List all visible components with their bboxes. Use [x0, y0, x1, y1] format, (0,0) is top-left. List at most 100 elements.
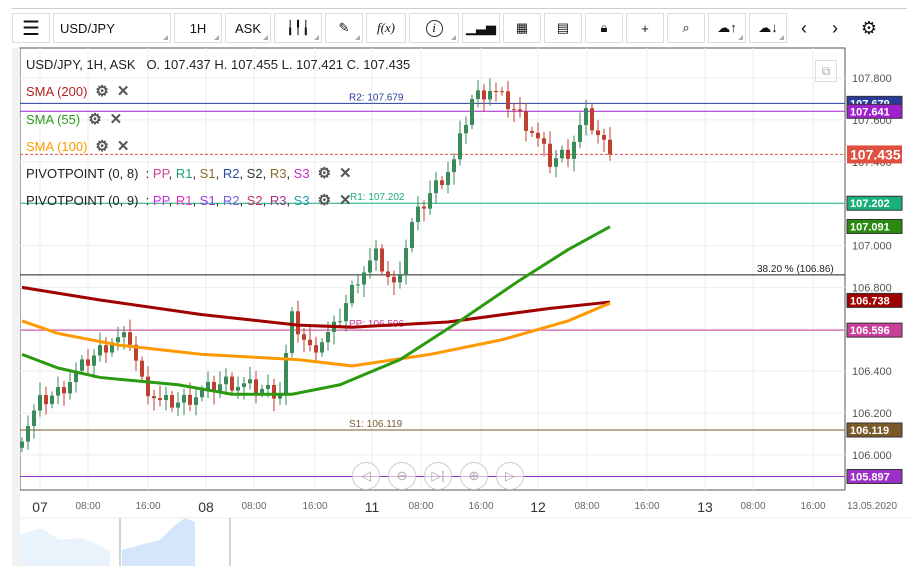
- candle-body: [512, 109, 516, 111]
- time-tick: 08:00: [574, 501, 600, 512]
- cloud-download-icon: ☁↓: [758, 20, 778, 35]
- pivot-part: R3: [269, 193, 287, 208]
- ohlc-values: O. 107.437 H. 107.455 L. 107.421 C. 107.…: [146, 57, 411, 72]
- pivot-part: S3: [293, 193, 310, 208]
- price-tick: 106.800: [852, 282, 892, 294]
- candle-body: [248, 379, 252, 384]
- candle-body: [140, 360, 144, 377]
- interval-select[interactable]: 1H: [174, 13, 222, 43]
- scroll-right-button[interactable]: ›: [821, 13, 849, 43]
- candle-body: [386, 271, 390, 277]
- candle-body: [326, 332, 330, 343]
- close-icon[interactable]: ✕: [339, 164, 352, 182]
- close-icon[interactable]: ✕: [110, 110, 123, 128]
- draw-button[interactable]: ✎: [325, 13, 363, 43]
- settings-button[interactable]: ⚙: [852, 13, 886, 43]
- menu-button[interactable]: ☰: [12, 13, 50, 43]
- time-tick: 07: [32, 499, 48, 515]
- indicators-button[interactable]: f(x): [366, 13, 406, 43]
- pivot-part: R2: [222, 193, 240, 208]
- news-button[interactable]: ▤: [544, 13, 582, 43]
- indicator-label: SMA (200): [26, 84, 88, 99]
- chevron-right-icon: ›: [832, 17, 838, 38]
- gear-icon[interactable]: ⚙: [318, 164, 331, 182]
- candle-body: [602, 135, 606, 140]
- candle-body: [80, 359, 84, 371]
- chart-type-button[interactable]: ╽╿╽: [274, 13, 322, 43]
- calendar-button[interactable]: ▦: [503, 13, 541, 43]
- candle-body: [242, 383, 246, 387]
- indicator-legend: SMA (100) ⚙ ✕: [26, 137, 129, 155]
- download-button[interactable]: ☁↓: [749, 13, 787, 43]
- pivot-part: S1: [199, 193, 216, 208]
- candle-body: [20, 441, 24, 448]
- candle-body: [398, 273, 402, 283]
- price-badge-label: 105.897: [850, 471, 890, 483]
- lock-button[interactable]: 🔒︎: [585, 13, 623, 43]
- close-icon[interactable]: ✕: [339, 191, 352, 209]
- expand-button[interactable]: ⧉: [815, 60, 837, 82]
- close-icon[interactable]: ✕: [117, 137, 130, 155]
- nav-button[interactable]: ⊕: [460, 462, 488, 490]
- candle-body: [590, 108, 594, 131]
- candle-body: [428, 193, 432, 209]
- zoom-button[interactable]: ⌕: [667, 13, 705, 43]
- nav-button[interactable]: ▷: [496, 462, 524, 490]
- pencil-icon: ✎: [338, 20, 350, 35]
- nav-button[interactable]: ▷|: [424, 462, 452, 490]
- volume-button[interactable]: ▁▃▅: [462, 13, 500, 43]
- indicator-legend: SMA (55) ⚙ ✕: [26, 110, 122, 128]
- indicator-legend: SMA (200) ⚙ ✕: [26, 82, 129, 100]
- candle-body: [362, 272, 366, 285]
- candle-body: [530, 130, 534, 133]
- candle-body: [164, 395, 168, 401]
- price-badge-label: 107.202: [850, 198, 890, 210]
- candle-body: [290, 311, 294, 353]
- nav-button[interactable]: ◁: [352, 462, 380, 490]
- nav-button[interactable]: ⊖: [388, 462, 416, 490]
- price-type-select[interactable]: ASK: [225, 13, 271, 43]
- chevron-left-icon: ‹: [801, 17, 807, 38]
- lock-icon: 🔒︎: [600, 20, 608, 35]
- candle-body: [92, 355, 96, 366]
- candle-body: [410, 222, 414, 249]
- price-tick: 106.000: [852, 450, 892, 462]
- info-button[interactable]: i: [409, 13, 459, 43]
- navigator-area: [20, 528, 110, 566]
- price-badge-label: 107.641: [850, 106, 890, 118]
- candle-body: [260, 388, 264, 393]
- candle-body: [50, 395, 54, 405]
- close-icon[interactable]: ✕: [117, 82, 130, 100]
- candle-body: [584, 108, 588, 126]
- candle-body: [236, 386, 240, 391]
- time-tick: 13.05.2020: [846, 501, 898, 512]
- info-icon: i: [425, 19, 443, 37]
- upload-button[interactable]: ☁↑: [708, 13, 746, 43]
- indicator-label: PIVOTPOINT (0, 8): [26, 166, 139, 181]
- candle-body: [440, 180, 444, 186]
- crosshair-button[interactable]: +: [626, 13, 664, 43]
- candle-body: [356, 284, 360, 286]
- indicator-label: SMA (100): [26, 139, 88, 154]
- candle-body: [416, 206, 420, 223]
- gear-icon[interactable]: ⚙: [318, 191, 331, 209]
- candle-body: [518, 109, 522, 112]
- gear-icon[interactable]: ⚙: [95, 82, 108, 100]
- level-label: R2: 107.679: [349, 92, 404, 103]
- pivot-part: S2: [246, 166, 263, 181]
- candle-body: [26, 426, 30, 442]
- indicator-label: PIVOTPOINT (0, 9): [26, 193, 139, 208]
- gear-icon[interactable]: ⚙: [88, 110, 101, 128]
- candle-body: [302, 334, 306, 340]
- time-tick: 08:00: [75, 501, 101, 512]
- candle-body: [500, 91, 504, 93]
- candle-body: [494, 90, 498, 92]
- symbol-select[interactable]: USD/JPY: [53, 13, 171, 43]
- pivot-legend: PIVOTPOINT (0, 9) : PP, R1, S1, R2, S2, …: [26, 191, 352, 209]
- indicator-label: SMA (55): [26, 112, 81, 127]
- candle-body: [452, 159, 456, 173]
- gear-icon[interactable]: ⚙: [95, 137, 108, 155]
- candle-body: [476, 90, 480, 99]
- scroll-left-button[interactable]: ‹: [790, 13, 818, 43]
- candle-body: [404, 248, 408, 274]
